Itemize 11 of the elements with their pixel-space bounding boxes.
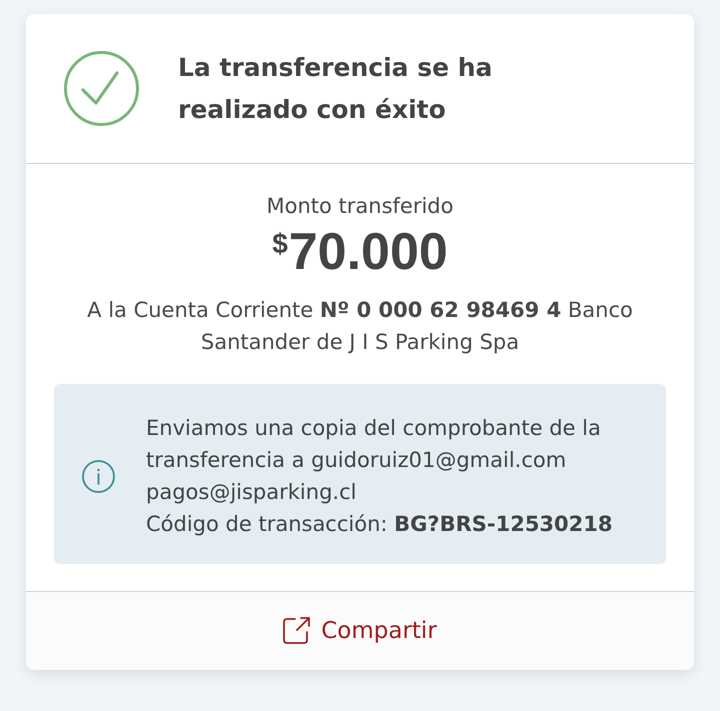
notice-text: Código de transacción: BG?BRS-12530218 [146,511,614,538]
success-title: La transferencia se ha realizado con éxito [178,52,494,126]
share-icon [283,616,312,644]
info-icon [82,460,115,492]
amount-label: Monto transferido [266,193,454,220]
amount-value: 70.000 [288,223,448,281]
currency-symbol: $ [272,229,288,259]
check-circle-icon [64,51,139,126]
share-button[interactable]: Compartir [275,611,445,651]
notice-text: Enviamos una copia del comprobante de la transferencia a guidoruiz01@gmail.com pagos@jisparking.cl [146,415,602,506]
destination-account-text: A la Cuenta Corriente Nº 0 000 62 98469 4 Banco Santander de J I S Parking Spa [86,297,634,356]
